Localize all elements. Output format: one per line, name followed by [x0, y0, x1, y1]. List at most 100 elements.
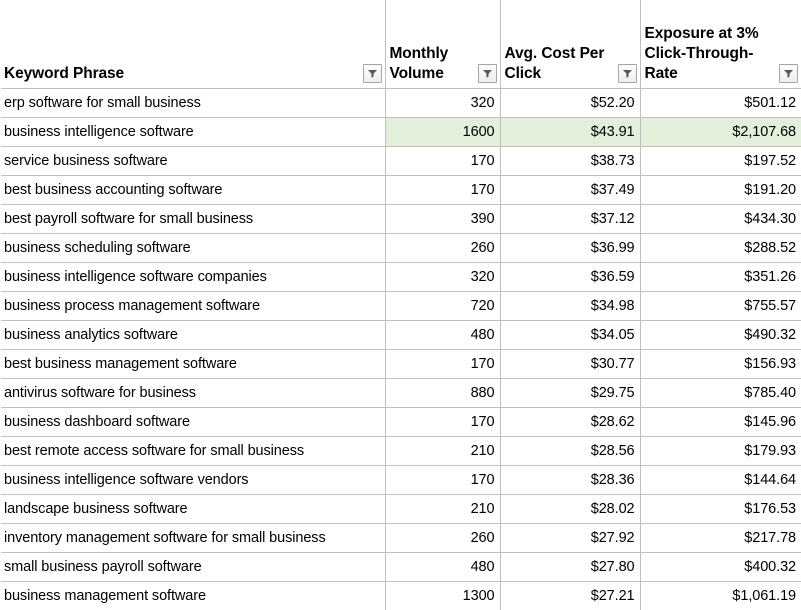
cell-keyword[interactable]: service business software [0, 146, 386, 176]
table-row[interactable]: business intelligence software vendors 17… [0, 465, 801, 495]
cell-exposure[interactable]: $2,107.68 [640, 117, 801, 147]
cell-volume[interactable]: 480 [385, 552, 501, 582]
table-row[interactable]: best business accounting software 170 $37.… [0, 175, 801, 205]
table-row[interactable]: landscape business software 210 $28.02 $176… [0, 494, 801, 524]
cell-keyword[interactable]: best business accounting software [0, 175, 386, 205]
cell-keyword[interactable]: inventory management software for small … [0, 523, 386, 553]
table-row[interactable]: service business software 170 $38.73 $197.5… [0, 146, 801, 176]
cell-exposure[interactable]: $144.64 [640, 465, 801, 495]
table-row[interactable]: business intelligence software companies… [0, 262, 801, 292]
filter-dropdown-icon [482, 69, 492, 78]
cell-exposure[interactable]: $785.40 [640, 378, 801, 408]
table-row[interactable]: inventory management software for small … [0, 523, 801, 553]
cell-exposure[interactable]: $197.52 [640, 146, 801, 176]
cell-keyword[interactable]: business process management software [0, 291, 386, 321]
cell-exposure[interactable]: $156.93 [640, 349, 801, 379]
cell-volume[interactable]: 260 [385, 233, 501, 263]
cell-exposure[interactable]: $434.30 [640, 204, 801, 234]
cell-cpc[interactable]: $27.21 [500, 581, 641, 610]
cell-keyword[interactable]: best payroll software for small business [0, 204, 386, 234]
filter-dropdown-button-cpc[interactable] [617, 63, 637, 83]
column-header-exposure[interactable]: Exposure at 3% Click-Through-Rate [640, 0, 801, 89]
table-row[interactable]: small business payroll software 480 $27.80… [0, 552, 801, 582]
cell-exposure[interactable]: $179.93 [640, 436, 801, 466]
column-header-volume[interactable]: Monthly Volume [385, 0, 501, 89]
table-row[interactable]: business process management software 720 $… [0, 291, 801, 321]
cell-volume[interactable]: 170 [385, 407, 501, 437]
cell-exposure[interactable]: $1,061.19 [640, 581, 801, 610]
cell-volume[interactable]: 880 [385, 378, 501, 408]
cell-volume[interactable]: 170 [385, 175, 501, 205]
table-row[interactable]: best business management software 170 $30.… [0, 349, 801, 379]
table-row[interactable]: business scheduling software 260 $36.99 $28… [0, 233, 801, 263]
cell-cpc[interactable]: $28.02 [500, 494, 641, 524]
cell-exposure[interactable]: $755.57 [640, 291, 801, 321]
table-row[interactable]: antivirus software for business 880 $29.75… [0, 378, 801, 408]
cell-cpc[interactable]: $43.91 [500, 117, 641, 147]
cell-keyword[interactable]: landscape business software [0, 494, 386, 524]
table-row[interactable]: business dashboard software 170 $28.62 $145… [0, 407, 801, 437]
cell-volume[interactable]: 210 [385, 494, 501, 524]
filter-dropdown-button-volume[interactable] [477, 63, 497, 83]
cell-cpc[interactable]: $27.80 [500, 552, 641, 582]
cell-keyword[interactable]: business management software [0, 581, 386, 610]
cell-cpc[interactable]: $37.12 [500, 204, 641, 234]
cell-cpc[interactable]: $37.49 [500, 175, 641, 205]
cell-volume[interactable]: 260 [385, 523, 501, 553]
column-header-cpc[interactable]: Avg. Cost Per Click [500, 0, 641, 89]
cell-volume[interactable]: 170 [385, 146, 501, 176]
table-row[interactable]: business analytics software 480 $34.05 $490… [0, 320, 801, 350]
table-row[interactable]: business management software 1300 $27.21 $1… [0, 581, 801, 610]
cell-keyword[interactable]: business dashboard software [0, 407, 386, 437]
table-row[interactable]: best payroll software for small business… [0, 204, 801, 234]
cell-cpc[interactable]: $28.62 [500, 407, 641, 437]
cell-keyword[interactable]: best business management software [0, 349, 386, 379]
cell-cpc[interactable]: $34.05 [500, 320, 641, 350]
cell-volume[interactable]: 1600 [385, 117, 501, 147]
cell-cpc[interactable]: $38.73 [500, 146, 641, 176]
table-row[interactable]: best remote access software for small bu… [0, 436, 801, 466]
cell-volume[interactable]: 720 [385, 291, 501, 321]
column-header-keyword[interactable]: Keyword Phrase [0, 0, 386, 89]
cell-volume[interactable]: 480 [385, 320, 501, 350]
cell-keyword[interactable]: business scheduling software [0, 233, 386, 263]
cell-keyword[interactable]: business intelligence software companies [0, 262, 386, 292]
cell-keyword[interactable]: antivirus software for business [0, 378, 386, 408]
cell-volume[interactable]: 320 [385, 262, 501, 292]
cell-exposure[interactable]: $191.20 [640, 175, 801, 205]
cell-exposure[interactable]: $400.32 [640, 552, 801, 582]
cell-cpc[interactable]: $27.92 [500, 523, 641, 553]
table-row[interactable]: erp software for small business 320 $52.20… [0, 88, 801, 118]
cell-exposure[interactable]: $176.53 [640, 494, 801, 524]
cell-exposure[interactable]: $145.96 [640, 407, 801, 437]
cell-exposure[interactable]: $217.78 [640, 523, 801, 553]
cell-keyword[interactable]: best remote access software for small bu… [0, 436, 386, 466]
cell-volume[interactable]: 390 [385, 204, 501, 234]
cell-cpc[interactable]: $36.59 [500, 262, 641, 292]
table-row[interactable]: business intelligence software 1600 $43.91… [0, 117, 801, 147]
cell-keyword[interactable]: erp software for small business [0, 88, 386, 118]
cell-volume[interactable]: 210 [385, 436, 501, 466]
cell-cpc[interactable]: $36.99 [500, 233, 641, 263]
filter-dropdown-button-exposure[interactable] [779, 63, 798, 83]
cell-cpc[interactable]: $34.98 [500, 291, 641, 321]
cell-keyword[interactable]: business analytics software [0, 320, 386, 350]
filter-dropdown-button-keyword[interactable] [362, 63, 382, 83]
column-header-label: Exposure at 3% Click-Through-Rate [644, 24, 759, 82]
cell-exposure[interactable]: $501.12 [640, 88, 801, 118]
cell-cpc[interactable]: $29.75 [500, 378, 641, 408]
cell-exposure[interactable]: $490.32 [640, 320, 801, 350]
cell-volume[interactable]: 170 [385, 349, 501, 379]
cell-cpc[interactable]: $28.56 [500, 436, 641, 466]
cell-volume[interactable]: 320 [385, 88, 501, 118]
cell-keyword[interactable]: small business payroll software [0, 552, 386, 582]
cell-exposure[interactable]: $288.52 [640, 233, 801, 263]
cell-volume[interactable]: 1300 [385, 581, 501, 610]
cell-keyword[interactable]: business intelligence software [0, 117, 386, 147]
cell-cpc[interactable]: $52.20 [500, 88, 641, 118]
cell-volume[interactable]: 170 [385, 465, 501, 495]
cell-exposure[interactable]: $351.26 [640, 262, 801, 292]
cell-cpc[interactable]: $28.36 [500, 465, 641, 495]
cell-cpc[interactable]: $30.77 [500, 349, 641, 379]
cell-keyword[interactable]: business intelligence software vendors [0, 465, 386, 495]
